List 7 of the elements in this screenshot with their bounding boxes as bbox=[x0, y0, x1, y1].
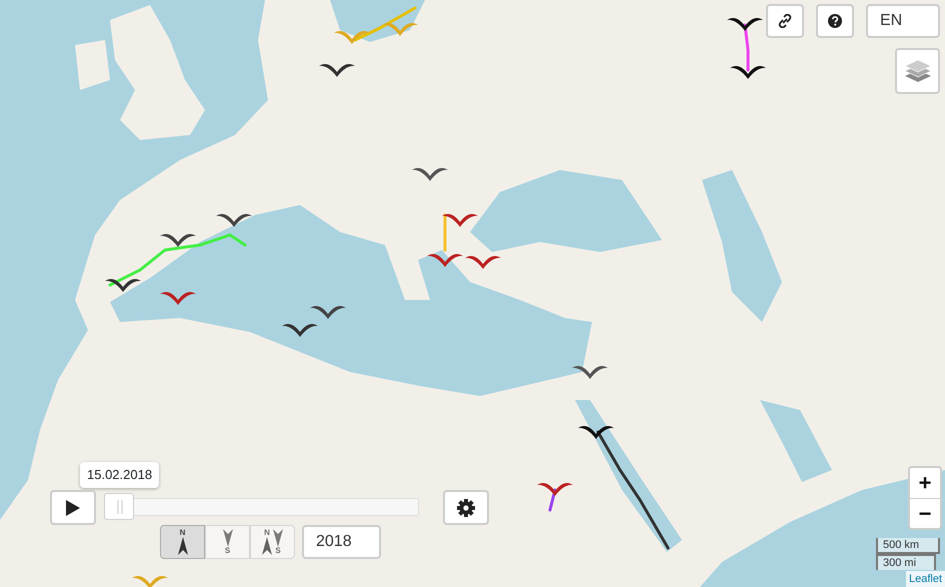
direction-letter: N bbox=[264, 529, 270, 537]
scale-label: 300 mi bbox=[876, 554, 936, 570]
date-tooltip: 15.02.2018 bbox=[80, 462, 160, 488]
direction-letter: S bbox=[224, 547, 230, 555]
scale-label: 500 km bbox=[876, 538, 940, 554]
direction-letter: N bbox=[180, 529, 186, 537]
direction-letter: S bbox=[275, 547, 281, 555]
